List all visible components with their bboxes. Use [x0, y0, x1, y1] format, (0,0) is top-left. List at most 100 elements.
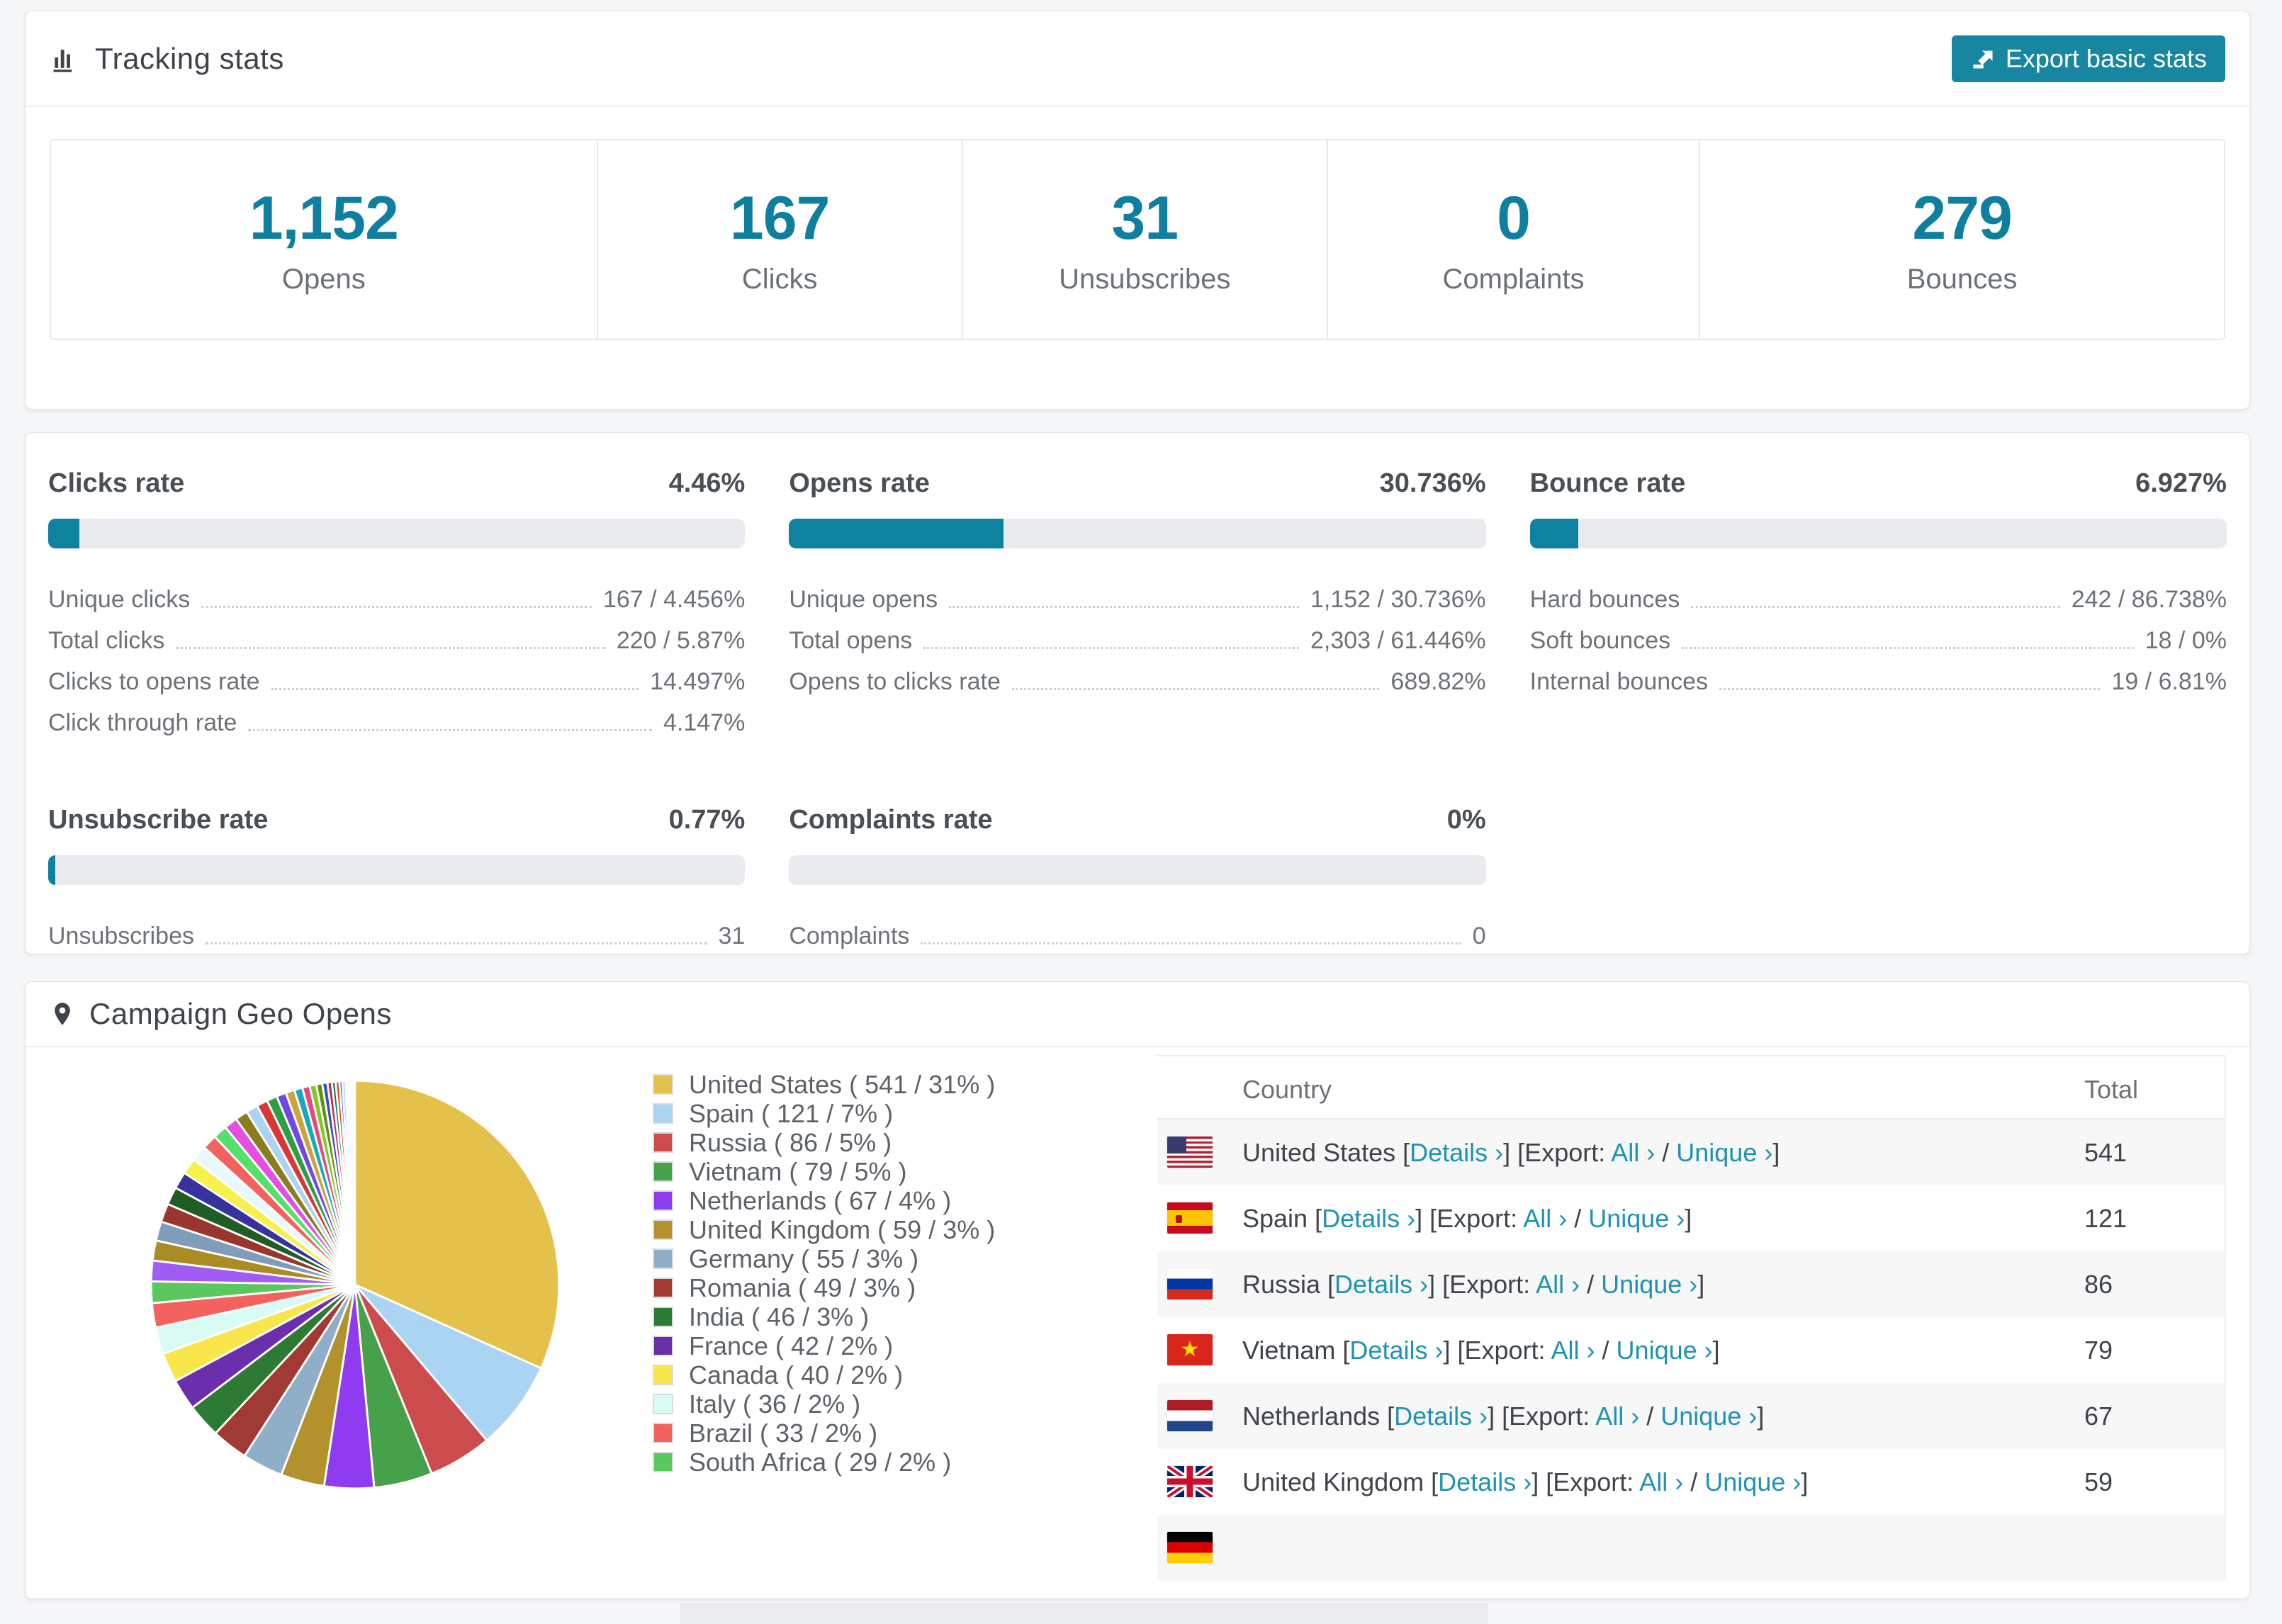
legend-item-united-kingdom: United Kingdom ( 59 / 3% )	[653, 1215, 995, 1244]
complaints-rate-title: Complaints rate	[789, 805, 993, 835]
rate-row-value: 689.82%	[1390, 668, 1486, 695]
column-total: Total	[2084, 1075, 2139, 1104]
opens-rate-rows: Unique opens 1,152 / 30.736% Total opens 2,…	[789, 575, 1485, 699]
legend-label: Russia ( 86 / 5% )	[689, 1127, 892, 1157]
country-cell: Vietnam [Details ›] [Export: All › / Uni…	[1242, 1336, 1720, 1365]
export-all-link-netherlands[interactable]: All ›	[1595, 1402, 1639, 1431]
export-unique-link-united-kingdom[interactable]: Unique ›	[1704, 1467, 1801, 1496]
legend-item-netherlands: Netherlands ( 67 / 4% )	[653, 1186, 995, 1215]
rate-row-complaints: Complaints 0	[789, 912, 1485, 953]
geo-body: United States ( 541 / 31% ) Spain ( 121 /…	[26, 1047, 2249, 1581]
de-flag-icon	[1167, 1532, 1213, 1563]
export-unique-link-russia[interactable]: Unique ›	[1601, 1270, 1697, 1299]
rate-row-value: 18 / 0%	[2145, 627, 2227, 654]
legend-swatch	[653, 1307, 673, 1327]
stat-label-bounces: Bounces	[1906, 264, 2018, 295]
legend-label: Canada ( 40 / 2% )	[689, 1360, 904, 1389]
legend-item-russia: Russia ( 86 / 5% )	[653, 1128, 995, 1157]
rate-row-total-clicks: Total clicks 220 / 5.87%	[48, 616, 745, 658]
stats-row: 1,152 Opens 167 Clicks 31 Unsubscribes 0 Compla…	[50, 139, 2225, 340]
complaints-rate-rows: Complaints 0	[789, 912, 1485, 953]
rates-card: Clicks rate 4.46% Unique clicks 167 / 4.456…	[25, 432, 2250, 954]
rate-row-label: Total clicks	[48, 627, 165, 654]
legend-item-vietnam: Vietnam ( 79 / 5% )	[653, 1157, 995, 1186]
stat-value-clicks: 167	[729, 184, 830, 252]
export-all-link-united-kingdom[interactable]: All ›	[1639, 1467, 1683, 1496]
export-all-link-vietnam[interactable]: All ›	[1551, 1336, 1595, 1365]
unsubscribe-rate-bar	[48, 855, 746, 885]
legend-swatch	[653, 1161, 673, 1182]
rate-row-hard-bounces: Hard bounces 242 / 86.738%	[1530, 575, 2227, 616]
details-link-spain[interactable]: Details ›	[1322, 1204, 1415, 1233]
opens-rate-bar	[789, 519, 1486, 548]
export-unique-link-vietnam[interactable]: Unique ›	[1617, 1336, 1713, 1365]
legend-item-france: France ( 42 / 2% )	[653, 1331, 995, 1360]
clicks-rate-value: 4.46%	[668, 468, 746, 498]
country-cell: Spain [Details ›] [Export: All › / Uniqu…	[1242, 1204, 1692, 1233]
unsubscribe-rate-title: Unsubscribe rate	[48, 805, 269, 835]
rate-row-total-opens: Total opens 2,303 / 61.446%	[789, 616, 1485, 658]
legend-swatch	[653, 1423, 673, 1443]
stat-cell-opens: 1,152 Opens	[51, 140, 598, 339]
rate-row-opens-to-clicks-rate: Opens to clicks rate 689.82%	[789, 658, 1485, 699]
details-link-russia[interactable]: Details ›	[1334, 1270, 1428, 1299]
country-cell: United Kingdom [Details ›] [Export: All …	[1242, 1467, 1809, 1496]
export-all-link-russia[interactable]: All ›	[1536, 1270, 1580, 1299]
export-all-link-spain[interactable]: All ›	[1523, 1204, 1567, 1233]
legend-label: Italy ( 36 / 2% )	[689, 1389, 861, 1419]
export-unique-link-united-states[interactable]: Unique ›	[1676, 1138, 1772, 1167]
clicks-rate-block: Clicks rate 4.46% Unique clicks 167 / 4.456…	[48, 468, 746, 740]
details-link-united-kingdom[interactable]: Details ›	[1438, 1467, 1531, 1496]
dotted-leader	[1691, 606, 2060, 608]
legend-swatch	[653, 1336, 673, 1356]
details-link-united-states[interactable]: Details ›	[1410, 1138, 1503, 1167]
geo-pie-chart[interactable]	[137, 1067, 573, 1502]
legend-label: United Kingdom ( 59 / 3% )	[689, 1214, 996, 1244]
unsubscribe-rate-bar-fill	[48, 855, 55, 885]
legend-label: Germany ( 55 / 3% )	[689, 1244, 919, 1273]
rate-row-value: 167 / 4.456%	[602, 586, 746, 613]
stat-value-unsubscribes: 31	[1111, 184, 1179, 252]
rate-row-value: 31	[718, 923, 746, 949]
rate-row-label: Hard bounces	[1529, 586, 1680, 613]
unsubscribe-rate-value: 0.77%	[668, 805, 746, 835]
clicks-rate-rows: Unique clicks 167 / 4.456% Total clicks 220…	[48, 575, 745, 740]
total-cell: 121	[2084, 1204, 2128, 1233]
rate-row-value: 1,152 / 30.736%	[1310, 586, 1486, 613]
details-link-netherlands[interactable]: Details ›	[1394, 1402, 1488, 1431]
es-flag-icon	[1167, 1202, 1213, 1234]
dotted-leader	[923, 647, 1299, 649]
legend-item-germany: Germany ( 55 / 3% )	[653, 1244, 995, 1273]
rate-row-value: 14.497%	[650, 668, 746, 695]
dashboard-page: Tracking stats Export basic stats 1,152 O…	[0, 0, 2282, 1624]
rate-row-clicks-to-opens-rate: Clicks to opens rate 14.497%	[48, 658, 745, 699]
bounce-rate-bar	[1529, 519, 2227, 548]
dotted-leader	[201, 606, 592, 608]
rate-row-label: Complaints	[789, 923, 910, 949]
opens-rate-bar-fill	[789, 519, 1004, 548]
legend-swatch	[653, 1074, 673, 1095]
export-unique-link-spain[interactable]: Unique ›	[1588, 1204, 1685, 1233]
table-row-vietnam: ★ Vietnam [Details ›] [Export: All › / Un…	[1157, 1317, 2225, 1383]
export-icon	[1973, 50, 1993, 68]
table-row-spain: Spain [Details ›] [Export: All › / Uniqu…	[1157, 1185, 2225, 1251]
rate-row-value: 2,303 / 61.446%	[1310, 627, 1486, 654]
export-unique-link-netherlands[interactable]: Unique ›	[1660, 1402, 1757, 1431]
tracking-stats-card: Tracking stats Export basic stats 1,152 O…	[25, 11, 2250, 410]
export-button-label: Export basic stats	[2005, 43, 2207, 73]
legend-label: Romania ( 49 / 3% )	[689, 1273, 916, 1302]
table-row-netherlands: Netherlands [Details ›] [Export: All › /…	[1157, 1383, 2225, 1449]
export-basic-stats-button[interactable]: Export basic stats	[1951, 35, 2225, 82]
legend-label: Vietnam ( 79 / 5% )	[689, 1156, 907, 1186]
pie-slice-47[interactable]	[353, 1079, 356, 1285]
total-cell: 59	[2084, 1467, 2113, 1496]
es-emblem	[1176, 1215, 1182, 1223]
dotted-leader	[205, 942, 707, 944]
details-link-vietnam[interactable]: Details ›	[1349, 1336, 1443, 1365]
rate-row-value: 242 / 86.738%	[2071, 586, 2227, 613]
stat-cell-bounces: 279 Bounces	[1700, 140, 2224, 339]
bounce-rate-head: Bounce rate 6.927%	[1530, 468, 2227, 499]
rate-row-unique-opens: Unique opens 1,152 / 30.736%	[789, 575, 1485, 616]
legend-item-india: India ( 46 / 3% )	[653, 1302, 995, 1331]
export-all-link-united-states[interactable]: All ›	[1611, 1138, 1655, 1167]
